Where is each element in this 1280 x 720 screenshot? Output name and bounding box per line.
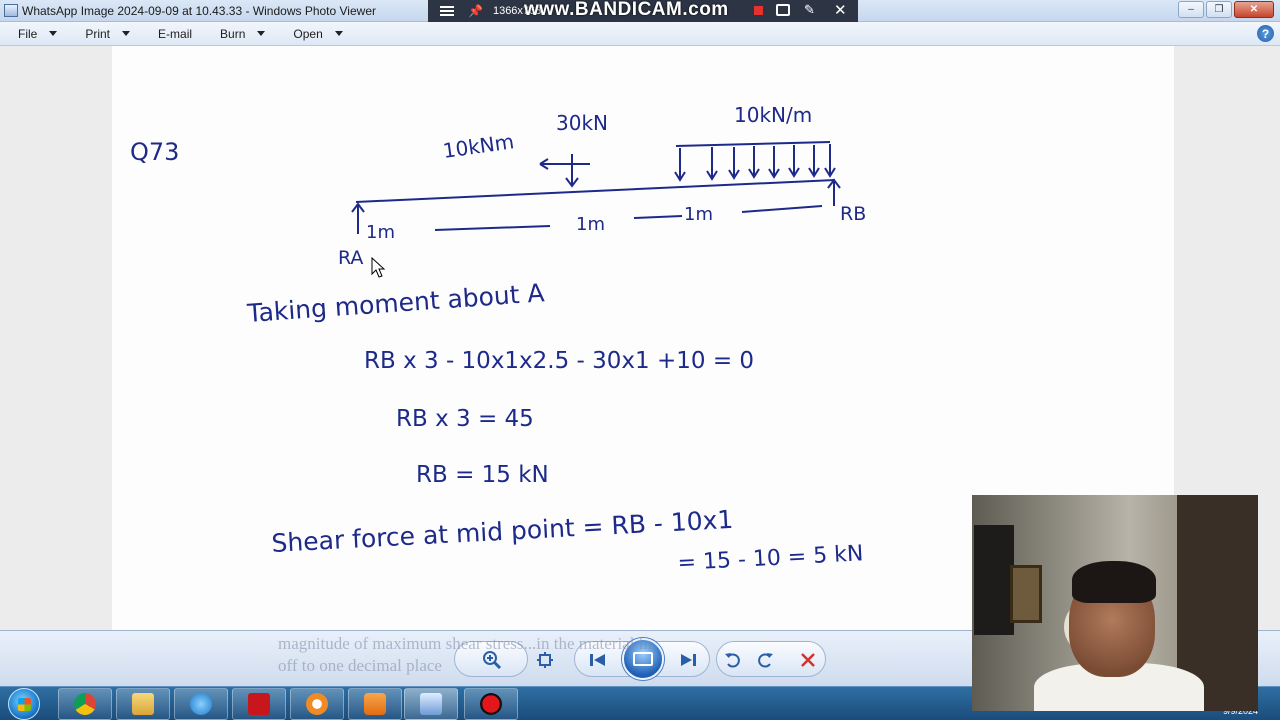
next-icon[interactable] — [676, 649, 700, 671]
taskbar-media-player[interactable] — [348, 688, 402, 720]
menu-burn[interactable]: Burn — [212, 26, 266, 41]
pen-icon[interactable]: ✎ — [804, 2, 815, 18]
close-icon[interactable]: ✕ — [834, 1, 847, 19]
background-document-text: magnitude of maximum shear stress...in t… — [278, 633, 652, 677]
udl-top-line — [675, 141, 831, 147]
menu-file-label: File — [18, 26, 38, 41]
record-stop-icon[interactable] — [754, 6, 763, 15]
udl-load-label: 10kN/m — [734, 103, 812, 127]
mouse-cursor-icon — [371, 256, 386, 278]
webcam-overlay — [972, 495, 1258, 711]
taskbar-pdf-reader[interactable] — [290, 688, 344, 720]
media-player-icon — [364, 693, 386, 715]
reaction-b-label: RB — [840, 203, 866, 225]
note-line-2: RB x 3 - 10x1x2.5 - 30x1 +10 = 0 — [364, 348, 754, 374]
recorder-overlay: 📌 1366x768 www.BANDICAM.com ✎ ✕ — [428, 0, 858, 22]
file-explorer-icon — [132, 693, 154, 715]
reaction-a-label: RA — [338, 247, 363, 269]
recorder-watermark: www.BANDICAM.com — [524, 0, 729, 20]
window-title: WhatsApp Image 2024-09-09 at 10.43.33 - … — [22, 4, 376, 18]
photo-viewer-window: WhatsApp Image 2024-09-09 at 10.43.33 - … — [0, 0, 1280, 720]
span-label-1: 1m — [366, 222, 395, 243]
rotate-clockwise-icon[interactable] — [754, 649, 776, 671]
chevron-down-icon — [49, 31, 58, 36]
rotate-counterclockwise-icon[interactable] — [722, 649, 744, 671]
moment-load-label: 10kNm — [441, 129, 515, 163]
bandicam-icon — [480, 693, 502, 715]
delete-icon[interactable] — [796, 649, 820, 671]
menu-bar: File Print E-mail Burn Open ? — [0, 22, 1280, 46]
menu-open-label: Open — [293, 26, 323, 41]
windows-logo-icon — [18, 698, 31, 711]
help-icon[interactable]: ? — [1257, 25, 1274, 42]
note-line-1: Taking moment about A — [245, 278, 545, 328]
span-label-2: 1m — [576, 214, 605, 235]
chrome-icon — [74, 693, 96, 715]
webcam-presenter-hair — [1072, 561, 1156, 603]
webcam-background-frame — [1010, 565, 1042, 623]
menu-print-label: Print — [85, 26, 111, 41]
menu-email[interactable]: E-mail — [150, 27, 192, 41]
note-line-6: = 15 - 10 = 5 kN — [677, 541, 864, 576]
photo-viewer-icon — [420, 693, 442, 715]
internet-explorer-icon — [190, 693, 212, 715]
taskbar-bandicam[interactable] — [464, 688, 518, 720]
background-line-1: magnitude of maximum shear stress...in t… — [278, 634, 652, 653]
span-label-3: 1m — [684, 204, 713, 225]
span-line-3 — [741, 205, 823, 213]
note-line-4: RB = 15 kN — [416, 462, 549, 488]
question-number: Q73 — [130, 138, 179, 166]
taskbar-internet-explorer[interactable] — [174, 688, 228, 720]
span-line-2 — [633, 215, 683, 219]
webcam-background-tv — [974, 525, 1014, 635]
note-line-3: RB x 3 = 45 — [396, 406, 534, 432]
photo-viewer-app-icon — [4, 4, 18, 17]
pdf-reader-icon — [306, 693, 328, 715]
point-load-label: 30kN — [556, 111, 608, 135]
pin-icon[interactable]: 📌 — [468, 4, 483, 18]
span-line-1 — [434, 225, 551, 231]
start-button[interactable] — [8, 688, 40, 720]
acrobat-icon — [248, 693, 270, 715]
close-button[interactable]: ✕ — [1234, 1, 1274, 18]
chevron-down-icon — [334, 31, 343, 36]
background-line-2: off to one decimal place — [278, 656, 442, 675]
minimize-button[interactable]: – — [1178, 1, 1204, 18]
chevron-down-icon — [257, 31, 266, 36]
taskbar-chrome[interactable] — [58, 688, 112, 720]
window-controls: – ❒ ✕ — [1178, 1, 1274, 18]
chevron-down-icon — [122, 31, 131, 36]
menu-icon[interactable] — [440, 6, 454, 16]
menu-print[interactable]: Print — [77, 26, 131, 41]
taskbar-acrobat[interactable] — [232, 688, 286, 720]
maximize-button[interactable]: ❒ — [1206, 1, 1232, 18]
menu-open[interactable]: Open — [285, 26, 343, 41]
menu-email-label: E-mail — [158, 26, 193, 41]
taskbar-photo-viewer[interactable] — [404, 688, 458, 720]
beam-line — [355, 179, 836, 203]
taskbar-explorer[interactable] — [116, 688, 170, 720]
camera-icon[interactable] — [776, 4, 790, 16]
note-line-5: Shear force at mid point = RB - 10x1 — [271, 505, 734, 558]
menu-file[interactable]: File — [10, 26, 58, 41]
menu-burn-label: Burn — [220, 26, 246, 41]
